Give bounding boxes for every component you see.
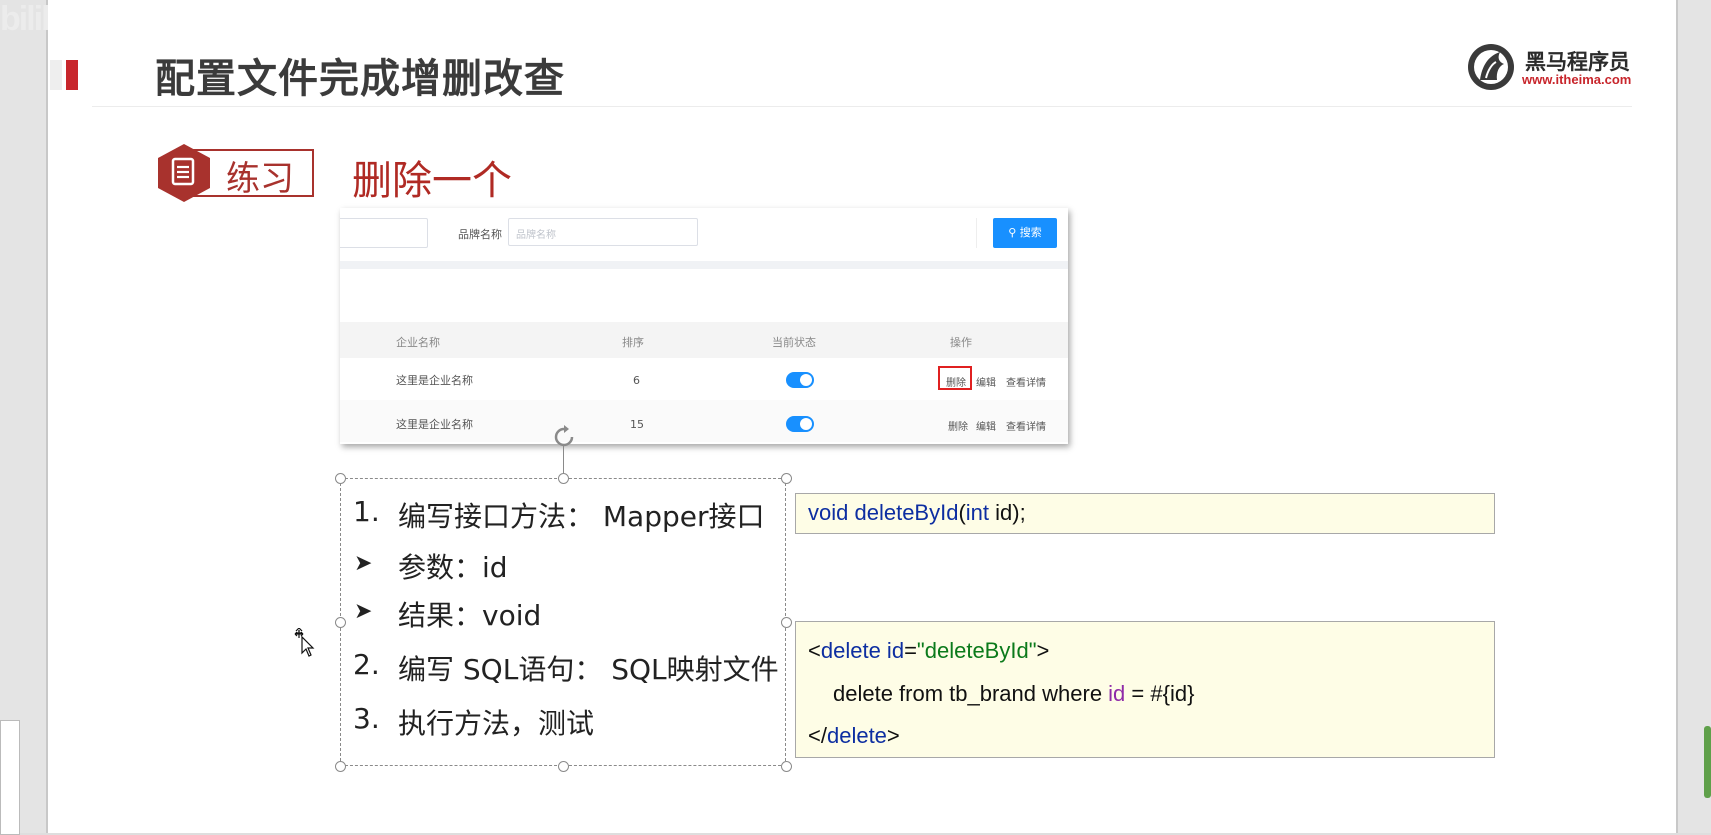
gutter-divider <box>1676 0 1678 833</box>
resize-handle-ne[interactable] <box>781 473 792 484</box>
status-toggle <box>786 416 814 432</box>
ui-screenshot: 品牌名称 品牌名称 ⚲ 搜索 企业名称 排序 当前状态 操作 这里是企业名称 6… <box>340 208 1068 444</box>
step-text: 编写 SQL语句： SQL映射文件 <box>398 653 779 686</box>
divider <box>976 218 977 248</box>
step-bullet-text: 参数：id <box>398 551 508 584</box>
code-punct: ( <box>958 500 966 525</box>
column-header: 排序 <box>622 336 644 349</box>
detail-link: 查看详情 <box>1006 378 1046 389</box>
xml-code-line: delete from tb_brand where id = #{id} <box>833 681 1194 707</box>
step-bullet-text: 结果：void <box>398 599 542 632</box>
java-code-line: void deleteById(int id); <box>808 500 1026 526</box>
delete-link: 删除 <box>948 422 968 433</box>
section-band <box>340 261 1068 269</box>
company-cell: 这里是企业名称 <box>396 374 473 387</box>
resize-handle-e[interactable] <box>781 617 792 628</box>
title-divider <box>92 106 1632 107</box>
brand-name-label: 品牌名称 <box>458 228 502 241</box>
slide-thumbnail-strip[interactable] <box>0 720 20 835</box>
edit-link: 编辑 <box>976 422 996 433</box>
code-text: id); <box>989 500 1026 525</box>
step-number: 2. <box>353 648 380 681</box>
search-button: ⚲ 搜索 <box>993 218 1057 248</box>
code-punct: < <box>808 638 821 663</box>
resize-handle-sw[interactable] <box>335 761 346 772</box>
code-punct: </ <box>808 723 827 748</box>
order-cell: 15 <box>630 418 644 431</box>
column-header: 当前状态 <box>772 336 816 349</box>
move-cursor-icon <box>294 628 315 657</box>
resize-handle-n[interactable] <box>558 473 569 484</box>
column-header: 操作 <box>950 336 972 349</box>
code-punct: > <box>886 723 900 748</box>
code-text: = #{id} <box>1125 681 1195 706</box>
code-tag: delete <box>826 723 887 748</box>
company-cell: 这里是企业名称 <box>396 418 473 431</box>
code-string: "deleteById" <box>916 638 1037 663</box>
arrow-bullet-icon: ➤ <box>354 598 373 623</box>
detail-link: 查看详情 <box>1006 422 1046 433</box>
slide-title: 配置文件完成增删改查 <box>155 56 565 102</box>
code-keyword: void <box>808 500 849 525</box>
edit-link: 编辑 <box>976 378 996 389</box>
code-method-name: deleteById <box>854 500 959 525</box>
search-icon: ⚲ <box>1008 226 1020 239</box>
resize-handle-se[interactable] <box>781 761 792 772</box>
xml-code-line: </delete> <box>808 723 900 749</box>
left-gutter <box>0 0 48 833</box>
resize-handle-w[interactable] <box>335 617 346 628</box>
filter-input <box>340 218 428 248</box>
document-icon <box>158 144 210 202</box>
code-tag: delete <box>820 638 881 663</box>
code-punct: > <box>1036 638 1050 663</box>
search-button-label: 搜索 <box>1019 226 1042 239</box>
step-text: 编写接口方法： Mapper接口 <box>398 500 765 533</box>
title-accent-bar <box>66 60 78 90</box>
rotate-handle-icon[interactable] <box>550 423 578 451</box>
exercise-title: 删除一个 <box>352 158 512 204</box>
resize-handle-nw[interactable] <box>335 473 346 484</box>
code-keyword: int <box>965 500 990 525</box>
title-accent-shadow <box>50 60 62 90</box>
resize-handle-s[interactable] <box>558 761 569 772</box>
status-toggle <box>786 372 814 388</box>
code-attr: id <box>880 638 905 663</box>
scrollbar-thumb[interactable] <box>1704 726 1711 798</box>
column-header: 企业名称 <box>396 336 440 349</box>
logo-url: www.itheima.com <box>1522 72 1632 87</box>
delete-link: 删除 <box>946 378 966 389</box>
right-gutter <box>1676 0 1711 833</box>
code-punct: = <box>904 638 917 663</box>
code-field: id <box>1108 681 1126 706</box>
arrow-bullet-icon: ➤ <box>354 550 373 575</box>
practice-label: 练习 <box>226 159 294 199</box>
brand-name-placeholder: 品牌名称 <box>516 230 556 241</box>
code-text: delete from tb_brand where <box>833 681 1109 706</box>
step-text: 执行方法，测试 <box>398 707 595 740</box>
step-number: 3. <box>353 702 380 735</box>
order-cell: 6 <box>633 374 640 387</box>
step-number: 1. <box>353 495 380 528</box>
xml-code-line: <delete id="deleteById"> <box>808 638 1049 664</box>
